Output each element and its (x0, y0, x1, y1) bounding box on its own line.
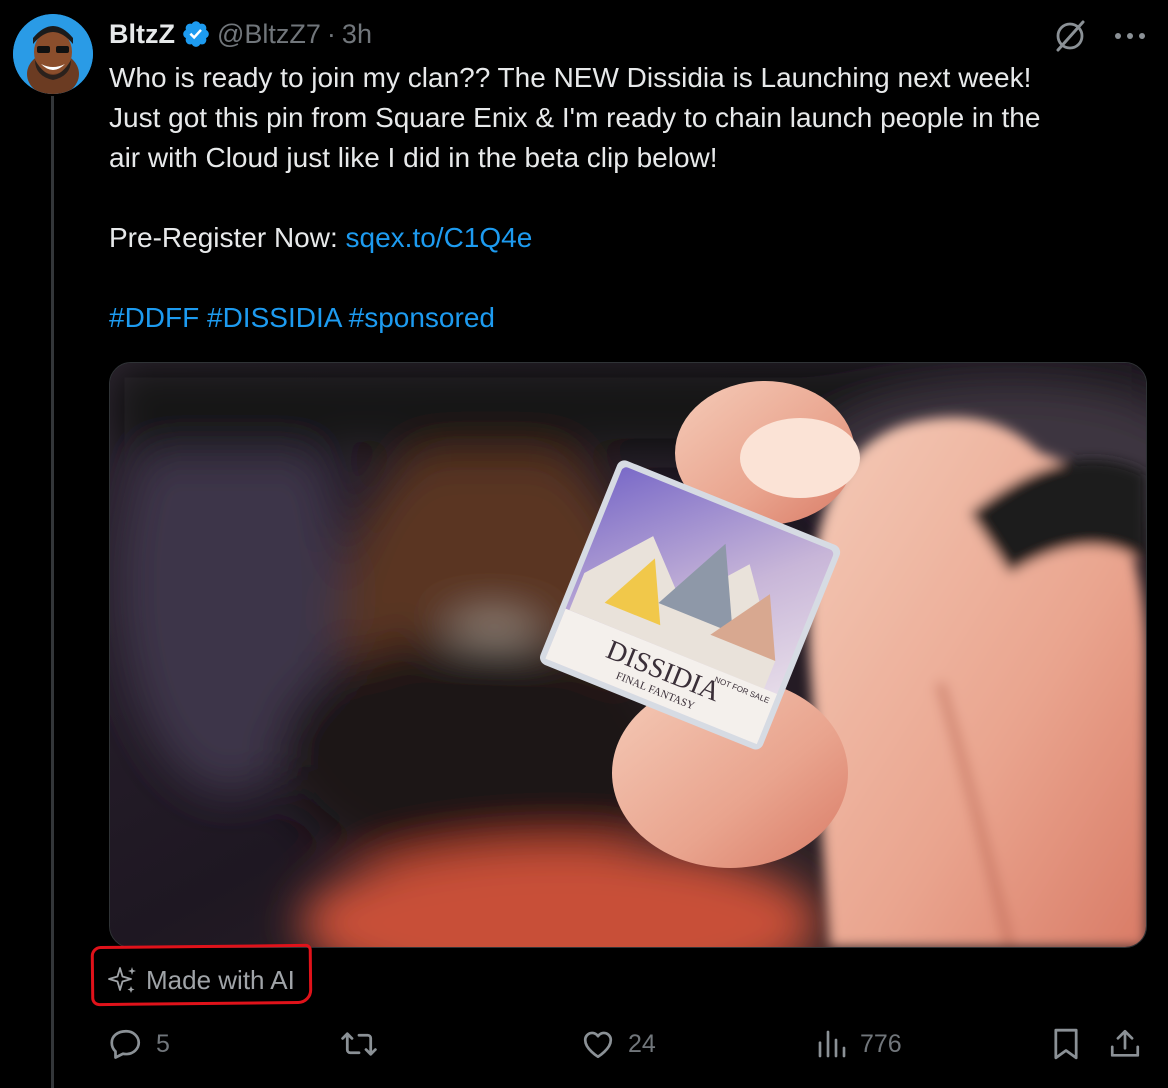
separator: · (326, 18, 336, 49)
like-icon (583, 1031, 613, 1059)
bookmark-icon (1054, 1028, 1078, 1060)
hashtag-sponsored[interactable]: #sponsored (349, 302, 495, 333)
avatar[interactable] (13, 14, 93, 94)
reply-count: 5 (156, 1029, 170, 1058)
tweet-line: Just got this pin from Square Enix & I'm… (109, 102, 1041, 133)
tweet-header: BltzZ @BltzZ7 · 3h (109, 14, 1148, 54)
timestamp[interactable]: 3h (342, 19, 372, 50)
repost-button[interactable] (340, 1022, 390, 1066)
like-button[interactable]: 24 (580, 1022, 656, 1066)
share-icon (1110, 1029, 1140, 1057)
hashtag-ddff[interactable]: #DDFF (109, 302, 199, 333)
reply-icon (110, 1029, 141, 1059)
highlight-annotation (90, 943, 313, 1007)
views-button[interactable]: 776 (816, 1022, 902, 1066)
tweet-media[interactable]: DISSIDIA FINAL FANTASY NOT FOR SALE (109, 362, 1147, 948)
action-bar: 5 24 776 (108, 1022, 1148, 1066)
pre-register-label: Pre-Register Now: (109, 222, 338, 253)
views-icon (818, 1030, 846, 1058)
tweet-line: air with Cloud just like I did in the be… (109, 142, 718, 173)
bookmark-button[interactable] (1050, 1022, 1082, 1066)
grok-icon[interactable] (1052, 18, 1088, 54)
view-count: 776 (860, 1029, 902, 1058)
avatar-image (13, 14, 93, 94)
verified-badge-icon (181, 19, 211, 49)
pre-register-link[interactable]: sqex.to/C1Q4e (346, 222, 533, 253)
thread-line (51, 96, 54, 1088)
share-button[interactable] (1108, 1022, 1142, 1066)
tweet-text: Who is ready to join my clan?? The NEW D… (109, 58, 1149, 338)
repost-icon (341, 1032, 377, 1056)
handle[interactable]: @BltzZ7 (217, 19, 321, 50)
tweet-line: Who is ready to join my clan?? The NEW D… (109, 62, 1032, 93)
reply-button[interactable]: 5 (108, 1022, 170, 1066)
hashtags: #DDFF #DISSIDIA #sponsored (109, 298, 1149, 338)
hashtag-dissidia[interactable]: #DISSIDIA (207, 302, 341, 333)
top-actions (1052, 18, 1146, 54)
media-photo: DISSIDIA FINAL FANTASY NOT FOR SALE (110, 363, 1146, 947)
more-icon[interactable] (1114, 31, 1146, 41)
pre-register-line: Pre-Register Now: sqex.to/C1Q4e (109, 218, 1149, 258)
display-name[interactable]: BltzZ (109, 19, 175, 50)
like-count: 24 (628, 1029, 656, 1058)
